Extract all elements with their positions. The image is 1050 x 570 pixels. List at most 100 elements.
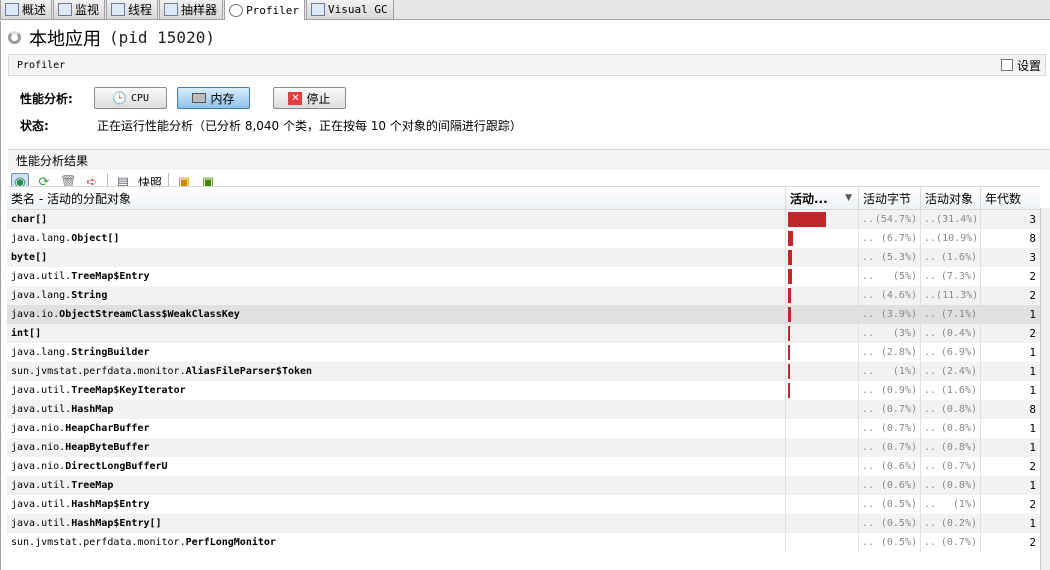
profiler-bar: Profiler 设置	[8, 54, 1046, 76]
table-row[interactable]: java.util. TreeMap .. (0.6%) .. (0.8%) 1	[7, 476, 1040, 495]
ellipsis: ..	[862, 537, 875, 548]
tab-2[interactable]: 线程	[106, 0, 159, 19]
tab-4[interactable]: Profiler	[224, 0, 306, 20]
table-row[interactable]: java.lang. StringBuilder .. (2.8%) .. (6.9%…	[7, 343, 1040, 362]
generations: 2	[1029, 460, 1036, 473]
ellipsis: ..	[924, 290, 937, 301]
table-row[interactable]: java.lang. String .. (4.6%) .. (11.3%) 2	[7, 286, 1040, 305]
table-row[interactable]: java.util. HashMap$Entry[] .. (0.5%) .. (0.…	[7, 514, 1040, 533]
live-bytes-bar	[788, 269, 792, 284]
class: StringBuilder	[71, 347, 150, 358]
checkbox-icon[interactable]	[1000, 59, 1013, 71]
class-name: sun.jvmstat.perfdata.monitor. AliasFilePa…	[7, 362, 786, 381]
table-row[interactable]: char[] .. (54.7%) .. (31.4%) 3	[7, 210, 1040, 229]
class-name: java.util. HashMap$Entry	[7, 495, 786, 514]
tab-bar: 概述 监视 线程 抽样器 Profiler Visual GC	[0, 0, 1050, 20]
live-bytes-bar	[788, 307, 791, 322]
ellipsis: ..	[924, 271, 937, 282]
generations: 3	[1029, 251, 1036, 264]
tab-1[interactable]: 监视	[53, 0, 106, 19]
class: String	[71, 290, 108, 301]
live-bar-cell	[786, 248, 859, 267]
table-row[interactable]: java.util. HashMap .. (0.7%) .. (0.8%) 8	[7, 400, 1040, 419]
live-bar-cell	[786, 286, 859, 305]
column-live-bar[interactable]: 活动... ▼	[786, 187, 859, 209]
class-name: sun.jvmstat.perfdata.monitor. PerfLongMon…	[7, 533, 786, 552]
ellipsis: ..	[924, 233, 937, 244]
table-row[interactable]: sun.jvmstat.perfdata.monitor. AliasFilePa…	[7, 362, 1040, 381]
live-bar-cell	[786, 343, 859, 362]
live-bytes-bar	[788, 345, 790, 360]
live-bytes-cell: .. (2.8%)	[859, 343, 921, 362]
column-generations[interactable]: 年代数	[981, 187, 1040, 209]
cpu-button[interactable]: 🕒 CPU	[94, 87, 167, 109]
live-bar-cell	[786, 533, 859, 552]
generations: 1	[1029, 384, 1036, 397]
class-name: java.util. TreeMap$Entry	[7, 267, 786, 286]
table-row[interactable]: java.nio. DirectLongBufferU .. (0.6%) .. (0…	[7, 457, 1040, 476]
class-name: java.util. HashMap$Entry[]	[7, 514, 786, 533]
ellipsis: ..	[924, 214, 937, 225]
package: java.io.	[11, 309, 60, 320]
column-live-bytes[interactable]: 活动字节	[859, 187, 921, 209]
live-bytes-cell: .. (0.7%)	[859, 438, 921, 457]
table-row[interactable]: byte[] .. (5.3%) .. (1.6%) 3	[7, 248, 1040, 267]
tab-0[interactable]: 概述	[0, 0, 53, 19]
ellipsis: ..	[862, 404, 875, 415]
chart-icon	[58, 3, 73, 16]
live-bytes: (0.6%)	[880, 461, 917, 472]
ellipsis: ..	[924, 366, 937, 377]
live-bytes: (54.7%)	[874, 214, 917, 225]
live-bytes-cell: .. (0.6%)	[859, 476, 921, 495]
column-live-objects[interactable]: 活动对象	[921, 187, 981, 209]
live-bytes: (6.7%)	[880, 233, 917, 244]
table-row[interactable]: java.nio. HeapByteBuffer .. (0.7%) .. (0.8%…	[7, 438, 1040, 457]
live-bytes-cell: .. (6.7%)	[859, 229, 921, 248]
live-objects-cell: .. (0.8%)	[921, 476, 981, 495]
live-bar-cell	[786, 438, 859, 457]
class: DirectLongBufferU	[65, 461, 168, 472]
table-row[interactable]: sun.jvmstat.perfdata.monitor. PerfLongMon…	[7, 533, 1040, 552]
memory-button[interactable]: 内存	[177, 87, 250, 109]
memory-label: 内存	[210, 91, 235, 106]
tab-3[interactable]: 抽样器	[159, 0, 224, 19]
class-name: java.nio. DirectLongBufferU	[7, 457, 786, 476]
table-row[interactable]: java.util. TreeMap$Entry .. (5%) .. (7.3%) …	[7, 267, 1040, 286]
class: TreeMap$Entry	[71, 271, 150, 282]
column-class-name[interactable]: 类名 - 活动的分配对象	[7, 187, 786, 209]
tab-label: 概述	[22, 3, 47, 17]
tab-5[interactable]: Visual GC	[306, 0, 394, 19]
stop-label: 停止	[306, 91, 331, 106]
table-row[interactable]: java.lang. Object[] .. (6.7%) .. (10.9%) 8	[7, 229, 1040, 248]
live-objects-cell: .. (0.8%)	[921, 419, 981, 438]
vertical-scrollbar[interactable]	[1040, 208, 1050, 570]
package: java.util.	[11, 404, 72, 415]
settings-checkbox[interactable]: 设置	[1000, 57, 1041, 74]
table-row[interactable]: java.util. TreeMap$KeyIterator .. (0.9%) .…	[7, 381, 1040, 400]
live-bar-cell	[786, 457, 859, 476]
table-row[interactable]: int[] .. (3%) .. (0.4%) 2	[7, 324, 1040, 343]
table-row[interactable]: java.io. ObjectStreamClass$WeakClassKey .…	[7, 305, 1040, 324]
live-objects-cell: .. (1.6%)	[921, 381, 981, 400]
class-name: java.lang. String	[7, 286, 786, 305]
generations: 8	[1029, 403, 1036, 416]
memory-icon	[192, 93, 207, 103]
ellipsis: ..	[924, 499, 937, 510]
ellipsis: ..	[862, 442, 875, 453]
live-objects-cell: .. (31.4%)	[921, 210, 981, 229]
package: java.util.	[11, 480, 72, 491]
tab-label: 线程	[128, 3, 153, 17]
live-bytes: (0.6%)	[880, 480, 917, 491]
class-name: java.nio. HeapCharBuffer	[7, 419, 786, 438]
stop-button[interactable]: ✕ 停止	[273, 87, 346, 109]
package: sun.jvmstat.perfdata.monitor.	[11, 366, 186, 377]
table-row[interactable]: java.util. HashMap$Entry .. (0.5%) .. (1%) …	[7, 495, 1040, 514]
ellipsis: ..	[924, 309, 937, 320]
table-row[interactable]: java.nio. HeapCharBuffer .. (0.7%) .. (0.8%…	[7, 419, 1040, 438]
generations: 1	[1029, 479, 1036, 492]
class: HashMap$Entry	[71, 499, 150, 510]
live-bytes-cell: .. (3.9%)	[859, 305, 921, 324]
generations: 2	[1029, 536, 1036, 549]
live-objects: (11.3%)	[936, 290, 979, 301]
live-bytes-cell: .. (0.5%)	[859, 495, 921, 514]
